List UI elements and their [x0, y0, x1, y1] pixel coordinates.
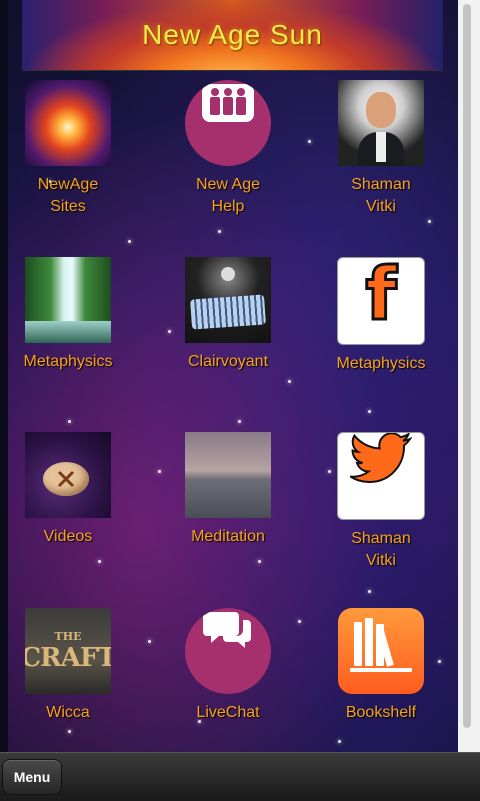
tile-clairvoyant[interactable]: Clairvoyant — [153, 257, 303, 373]
tile-newage-sites[interactable]: NewAge Sites — [8, 80, 143, 218]
sun-flare-photo — [25, 80, 111, 166]
the-craft-poster: THE CRAFT — [25, 608, 111, 694]
tile-label: Shaman Vitki — [351, 530, 411, 569]
app-banner: New Age Sun — [22, 0, 443, 71]
tile-label: Clairvoyant — [187, 353, 269, 370]
seascape-photo — [185, 432, 271, 518]
facebook-icon: f — [337, 257, 425, 345]
tile-label: Wicca — [46, 704, 90, 721]
tile-meditation[interactable]: Meditation — [153, 432, 303, 548]
rune-stone-photo — [25, 432, 111, 518]
people-group-icon — [185, 80, 271, 166]
bookshelf-icon — [350, 618, 412, 672]
waterfall-photo — [25, 257, 111, 343]
portrait-photo — [338, 80, 424, 166]
banner-title: New Age Sun — [142, 19, 323, 50]
tile-bookshelf[interactable]: Bookshelf — [306, 608, 456, 724]
tile-metaphysics-1[interactable]: Metaphysics — [8, 257, 143, 373]
tile-label: Videos — [43, 528, 93, 545]
chat-bubbles-icon — [185, 608, 271, 694]
rune-mark-icon — [57, 470, 75, 488]
tile-livechat[interactable]: LiveChat — [153, 608, 303, 724]
tile-metaphysics-facebook[interactable]: f Metaphysics — [306, 257, 456, 375]
tile-label: Bookshelf — [345, 704, 417, 721]
tarot-cards-photo — [185, 257, 271, 343]
bottom-toolbar: Menu — [0, 752, 480, 801]
tile-wicca[interactable]: THE CRAFT Wicca — [8, 608, 143, 724]
starfield-background: New Age Sun NewAge Sites New Age Help Sh… — [8, 0, 458, 752]
tile-label: Shaman Vitki — [351, 176, 411, 215]
scrollbar-thumb[interactable] — [463, 4, 471, 728]
poster-text-line2: CRAFT — [25, 642, 111, 673]
tile-label: NewAge Sites — [37, 176, 99, 215]
tile-label: New Age Help — [195, 176, 261, 215]
tile-label: Metaphysics — [23, 353, 113, 370]
menu-button[interactable]: Menu — [2, 759, 62, 795]
tile-videos[interactable]: Videos — [8, 432, 143, 548]
tile-shaman-vitki[interactable]: Shaman Vitki — [306, 80, 456, 218]
twitter-bird-icon — [349, 433, 413, 484]
people-group-icon — [202, 84, 254, 122]
tile-label: Meditation — [191, 528, 265, 545]
tile-shaman-vitki-twitter[interactable]: Shaman Vitki — [306, 432, 456, 572]
tile-label: LiveChat — [196, 704, 260, 721]
poster-text-line1: THE — [54, 629, 82, 643]
tile-new-age-help[interactable]: New Age Help — [153, 80, 303, 218]
bookshelf-icon — [338, 608, 424, 694]
twitter-bird-icon — [337, 432, 425, 520]
tile-label: Metaphysics — [336, 355, 426, 372]
facebook-letter: f — [364, 257, 398, 336]
chat-bubbles-icon — [203, 612, 251, 648]
